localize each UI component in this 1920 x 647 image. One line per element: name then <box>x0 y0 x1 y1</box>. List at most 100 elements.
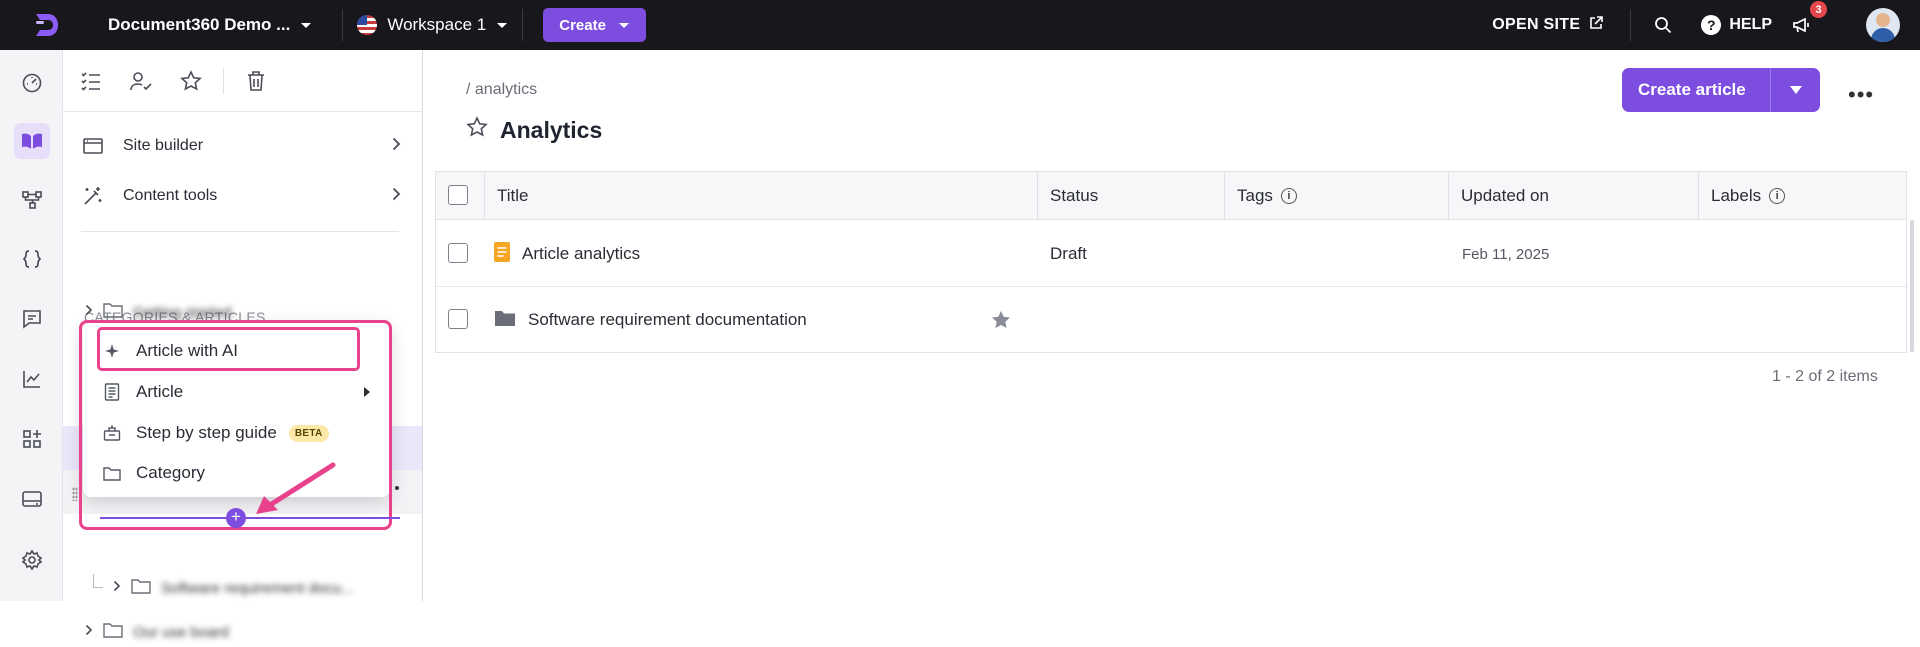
row-checkbox[interactable] <box>448 309 468 329</box>
browser-icon <box>81 134 105 158</box>
article-with-ai-option[interactable]: Article with AI <box>102 336 238 366</box>
dashboard-icon[interactable] <box>14 65 50 101</box>
site-builder-link[interactable]: Site builder <box>81 126 401 166</box>
drag-handle-icon[interactable] <box>72 487 78 501</box>
api-icon[interactable] <box>14 182 50 218</box>
column-divider <box>1448 172 1449 220</box>
tree-item-label: Our use board <box>133 623 229 641</box>
main-content: / analytics Analytics Create article •••… <box>424 50 1920 601</box>
tree-item[interactable]: Software requirement docu... <box>93 573 354 603</box>
avatar[interactable] <box>1866 8 1900 42</box>
chevron-right-icon <box>392 187 401 206</box>
column-header-title[interactable]: Title <box>497 172 529 220</box>
table-row[interactable]: Software requirement documentation <box>436 287 1906 353</box>
folder-icon <box>131 578 151 599</box>
guide-icon <box>102 423 122 443</box>
row-checkbox[interactable] <box>448 243 468 263</box>
project-selector[interactable]: Document360 Demo ... <box>108 15 312 35</box>
create-button[interactable]: Create <box>543 8 646 42</box>
folder-icon <box>102 463 122 483</box>
caret-down-icon[interactable] <box>1771 86 1820 94</box>
create-label: Create <box>559 16 606 34</box>
caret-right-icon <box>363 382 370 402</box>
category-label: Category <box>136 463 205 482</box>
document360-logo-icon[interactable] <box>26 7 66 43</box>
column-header-tags[interactable]: Tags i <box>1237 172 1297 220</box>
step-by-step-guide-option[interactable]: Step by step guide BETA <box>102 418 329 448</box>
open-site-label: OPEN SITE <box>1492 16 1581 33</box>
table-header: Title Status Tags i Updated on Labels i <box>436 172 1906 220</box>
info-icon[interactable]: i <box>1769 188 1786 204</box>
info-icon[interactable]: i <box>1280 188 1297 204</box>
settings-icon[interactable] <box>14 542 50 578</box>
panel-divider <box>81 231 399 232</box>
beta-badge: BETA <box>288 424 329 442</box>
folder-icon <box>103 622 123 643</box>
caret-down-icon <box>618 17 630 34</box>
project-name: Document360 Demo ... <box>108 15 291 34</box>
pagination-summary: 1 - 2 of 2 items <box>1772 368 1878 385</box>
row-title-cell[interactable]: Article analytics <box>494 221 640 287</box>
table-row[interactable]: Article analytics Draft Feb 11, 2025 <box>436 221 1906 287</box>
documentation-icon[interactable] <box>14 123 50 159</box>
add-button[interactable]: + <box>226 508 246 528</box>
star-outline-icon[interactable] <box>466 116 488 144</box>
user-check-icon[interactable] <box>129 69 153 93</box>
search-icon[interactable] <box>1651 13 1675 37</box>
magic-tools-icon <box>81 184 105 208</box>
left-rail <box>0 50 63 601</box>
column-divider <box>1037 172 1038 220</box>
content-tools-link[interactable]: Content tools <box>81 176 401 216</box>
announcement-icon[interactable]: 3 <box>1790 1 1827 37</box>
trash-icon[interactable] <box>244 69 268 93</box>
pointer-arrow <box>256 462 336 514</box>
column-header-labels-label: Labels <box>1711 186 1762 205</box>
breadcrumb[interactable]: / analytics <box>466 81 537 99</box>
content-tools-label: Content tools <box>123 187 218 204</box>
page-title-text: Analytics <box>500 116 603 143</box>
sparkle-icon <box>102 341 122 361</box>
topbar-divider <box>1630 9 1632 41</box>
chevron-right-icon <box>85 303 93 321</box>
column-divider <box>1698 172 1699 220</box>
column-header-status[interactable]: Status <box>1050 172 1098 220</box>
feedback-icon[interactable] <box>14 301 50 337</box>
column-divider <box>1224 172 1225 220</box>
create-article-button[interactable]: Create article <box>1622 68 1820 112</box>
select-all-checkbox[interactable] <box>448 185 468 205</box>
row-status: Draft <box>1050 244 1087 263</box>
chevron-down-icon <box>300 15 312 35</box>
column-header-updated-on[interactable]: Updated on <box>1461 172 1549 220</box>
help-button[interactable]: ? HELP <box>1701 15 1772 35</box>
row-title: Article analytics <box>522 244 641 263</box>
category-option[interactable]: Category <box>102 458 205 488</box>
column-header-labels[interactable]: Labels i <box>1711 172 1786 220</box>
starred-icon[interactable] <box>990 287 1012 353</box>
widgets-icon[interactable] <box>14 421 50 457</box>
help-label: HELP <box>1729 16 1772 33</box>
toolbar-divider <box>223 67 224 94</box>
table-scrollbar[interactable] <box>1910 220 1914 352</box>
drive-icon[interactable] <box>14 481 50 517</box>
tree-item-label: Getting started <box>133 303 232 321</box>
more-options-icon[interactable]: ••• <box>1848 82 1874 108</box>
tree-item[interactable]: Our use board <box>85 617 229 647</box>
open-site-link[interactable]: OPEN SITE <box>1492 15 1604 36</box>
help-icon: ? <box>1701 15 1722 35</box>
more-dot <box>395 486 399 490</box>
row-title-cell[interactable]: Software requirement documentation <box>494 287 807 353</box>
document-icon <box>102 382 122 402</box>
chevron-right-icon <box>85 623 93 641</box>
article-label: Article <box>136 382 184 401</box>
page-title: Analytics <box>466 116 602 144</box>
external-link-icon <box>1588 15 1604 36</box>
code-icon[interactable] <box>14 241 50 277</box>
topbar-divider <box>522 9 524 41</box>
site-builder-label: Site builder <box>123 137 204 154</box>
analytics-icon[interactable] <box>14 361 50 397</box>
star-icon[interactable] <box>179 69 203 93</box>
article-option[interactable]: Article <box>102 377 370 407</box>
workspace-name: Workspace 1 <box>387 15 487 34</box>
checklist-icon[interactable] <box>79 69 103 93</box>
workspace-selector[interactable]: Workspace 1 <box>357 15 508 35</box>
